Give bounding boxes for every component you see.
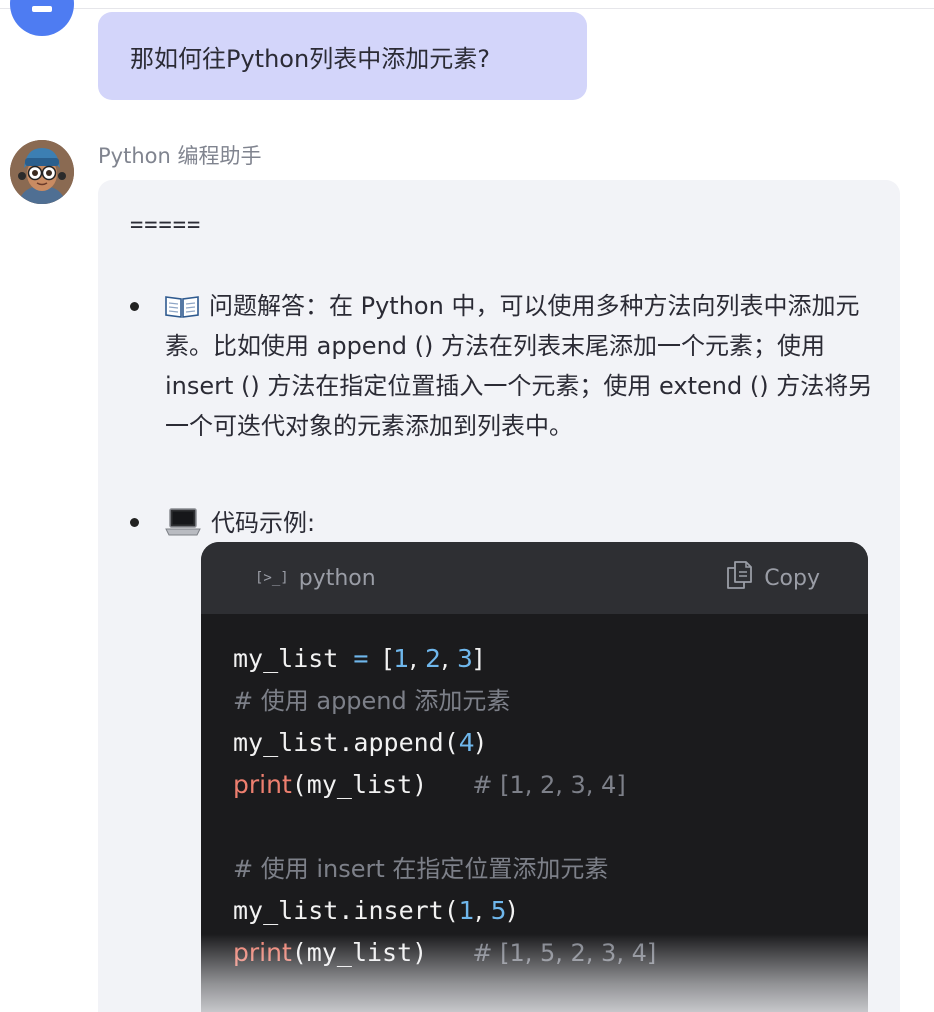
laptop-icon xyxy=(165,507,201,537)
answer-paragraph: 问题解答：在 Python 中，可以使用多种方法向列表中添加元素。比如使用 ap… xyxy=(165,286,873,446)
user-message-text: 那如何往Python列表中添加元素? xyxy=(130,44,490,73)
copy-button[interactable]: Copy xyxy=(726,542,820,614)
assistant-avatar xyxy=(10,140,74,204)
code-block-header: [>_] python Copy xyxy=(201,542,868,614)
code-block: [>_] python Copy my_list = [1, 2, 3] # 使… xyxy=(201,542,868,1012)
code-line: # 使用 append 添加元素 xyxy=(233,687,511,715)
code-line: # 使用 insert 在指定位置添加元素 xyxy=(233,855,609,883)
code-language-label: [>_] python xyxy=(255,542,376,614)
user-message-bubble: 那如何往Python列表中添加元素? xyxy=(98,12,587,100)
open-book-icon xyxy=(165,290,199,318)
assistant-avatar-image xyxy=(10,140,74,204)
separator-text: ===== xyxy=(130,213,202,238)
code-example-label: 代码示例: xyxy=(211,509,316,537)
code-language-text: python xyxy=(298,565,376,591)
code-content: my_list = [1, 2, 3] # 使用 append 添加元素 my_… xyxy=(233,638,868,974)
copy-icon xyxy=(726,560,753,596)
code-line: print(my_list) # [1, 2, 3, 4] xyxy=(233,770,626,799)
code-line: my_list.append(4) xyxy=(233,728,485,757)
user-avatar xyxy=(10,0,74,36)
code-line: my_list = [1, 2, 3] xyxy=(233,644,483,673)
code-example-heading: 代码示例: xyxy=(165,503,315,543)
top-divider xyxy=(0,8,934,9)
bullet-dot xyxy=(130,302,139,311)
copy-button-label: Copy xyxy=(764,565,820,591)
answer-prefix: 问题解答： xyxy=(209,292,329,320)
assistant-name: Python 编程助手 xyxy=(98,144,262,168)
bullet-dot xyxy=(130,518,139,527)
code-line: print(my_list) # [1, 5, 2, 3, 4] xyxy=(233,938,657,967)
code-line: my_list.insert(1, 5) xyxy=(233,896,517,925)
terminal-icon: [>_] xyxy=(255,570,289,586)
chat-page: 那如何往Python列表中添加元素? Python 编程助手 ===== 问题解… xyxy=(0,0,934,1012)
